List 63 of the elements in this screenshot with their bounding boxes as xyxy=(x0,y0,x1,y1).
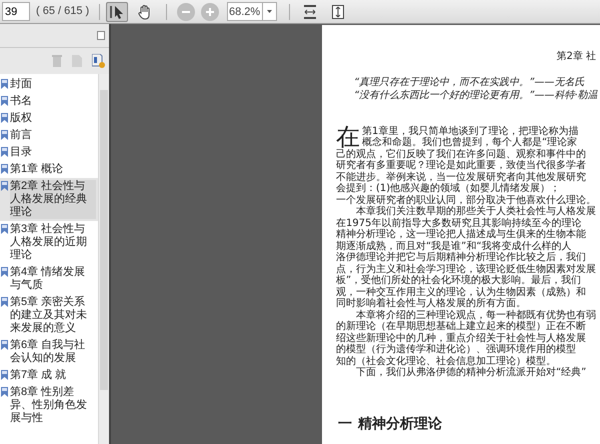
select-tool-button[interactable] xyxy=(106,2,128,22)
bookmark-item[interactable]: 第8章 性别差异、性别角色发展与性 xyxy=(10,386,96,425)
bookmark-icon xyxy=(1,181,8,191)
text-line: 概念和命题。我们也曾提到，每个人都是“理论家 xyxy=(362,137,578,148)
bookmark-icon xyxy=(1,370,8,380)
bookmark-item[interactable]: 第3章 社会性与人格发展的近期理论 xyxy=(10,223,96,262)
epigraph: “没有什么东西比一个好的理论更有用。”——科特·勒温 xyxy=(354,90,599,102)
bookmark-icon xyxy=(1,267,8,277)
page-number-field[interactable]: 39 xyxy=(2,2,30,21)
text-line: 己的观点，它们反映了我们在许多问题、观察和事件中的 xyxy=(336,148,587,160)
section-number: 一 xyxy=(338,418,352,430)
bookmark-item[interactable]: 第6章 自我与社会认知的发展 xyxy=(10,339,96,365)
text-line: 不能进步。举例来说，当一位发展研究者向其他发展研究 xyxy=(336,172,587,182)
bookmark-icon xyxy=(1,113,8,123)
bookmark-icon xyxy=(1,147,8,157)
bookmark-icon xyxy=(1,340,8,350)
zoom-field[interactable]: 68.2% xyxy=(227,2,264,21)
text-line: 同时影响着社会性与人格发展的所有方面。 xyxy=(336,298,526,310)
text-line: 在1975年以前指导大多数研究且其影响持续至今的理论 xyxy=(336,218,582,228)
bookmark-icon xyxy=(1,79,8,89)
bookmark-item[interactable]: 第5章 亲密关系的建立及其对未来发展的意义 xyxy=(10,296,96,335)
plus-icon xyxy=(205,6,216,16)
text-line: 观，一种交互作用主义的理论，认为生物因素（成熟）和 xyxy=(336,286,587,298)
text-line: 点，行为主义和社会学习理论，该理论贬低生物因素对发展 xyxy=(336,264,597,274)
text-line: 本章我们关注数早期的那些关于人类社会性与人格发展 xyxy=(355,206,597,218)
bookmark-item[interactable]: 封面 xyxy=(10,78,32,91)
bookmark-item[interactable]: 第7章 成 就 xyxy=(10,369,66,382)
bookmark-item[interactable]: 书名 xyxy=(10,95,32,108)
text-line: 精神分析理论，这一理论把人描述成与生俱来的生物本能 xyxy=(336,229,587,240)
zoom-dropdown-button[interactable] xyxy=(263,2,278,21)
text-line: 一个发展研究者的职业认同，部分取决于他喜欢什么理论。 xyxy=(336,194,597,206)
text-line: 板”，受他们所处的社会化环境的极大影响。最后，我们 xyxy=(336,275,582,286)
text-line: 绍这些新理论中的几种，重点介绍关于社会性与人格发展 xyxy=(336,332,587,344)
text-line: 研究者有多重要呢？理论是如此重要，致使当代很多学者 xyxy=(336,160,587,172)
bookmark-icon xyxy=(1,130,8,140)
bookmark-item[interactable]: 第4章 情绪发展与气质 xyxy=(10,266,96,292)
text-line: 下面，我们从弗洛伊德的精神分析流派开始对“经典” xyxy=(355,367,588,378)
bookmark-item[interactable]: 第1章 概论 xyxy=(10,163,64,176)
text-line: 的模型（行为遗传学和进化论）、强调环境作用的模型 xyxy=(336,344,577,356)
text-line: 知的（社会文化理论、社会信息加工理论）模型。 xyxy=(336,356,557,366)
text-line: 的新理论（在早期思想基础上建立起来的模型）正在不断 xyxy=(336,321,587,332)
bookmark-icon xyxy=(1,164,8,174)
bookmark-item[interactable]: 目录 xyxy=(10,146,32,159)
text-line: 本章将介绍的三种理论观点，每一种都既有优势也有弱 xyxy=(355,310,597,320)
bookmark-icon xyxy=(1,387,8,397)
epigraph: “真理只存在于理论中，而不在实践中。”——无名氏 xyxy=(354,76,586,88)
dropdown-icon xyxy=(267,10,272,13)
text-line: 洛伊德理论并把它与后期精神分析理论作比较之后，我们 xyxy=(336,252,587,264)
page-count: ( 65 / 615 ) xyxy=(36,4,90,20)
text-line: 期逐渐成熟，而且对“我是谁”和“我将变成什么样的人 xyxy=(336,240,573,252)
bookmark-options-icon[interactable] xyxy=(92,54,105,68)
text-line: 会提到：(1)他感兴趣的领域（如婴儿情绪发展）； xyxy=(336,183,562,194)
section-heading: 精神分析理论 xyxy=(358,418,442,430)
bookmark-item[interactable]: 版权 xyxy=(10,112,32,125)
collapse-button[interactable] xyxy=(97,31,105,40)
drop-cap: 在 xyxy=(336,126,360,148)
text-line: 第1章里，我只简单地谈到了理论，把理论称为描 xyxy=(362,126,578,136)
bookmark-item[interactable]: 第2章 社会性与人格发展的经典理论 xyxy=(10,180,96,219)
bookmark-item[interactable]: 前言 xyxy=(10,129,32,142)
running-head: 第2章 社 xyxy=(555,51,597,62)
bookmark-icon xyxy=(1,297,8,307)
bookmark-icon xyxy=(1,96,8,106)
bookmark-icon xyxy=(1,224,8,234)
